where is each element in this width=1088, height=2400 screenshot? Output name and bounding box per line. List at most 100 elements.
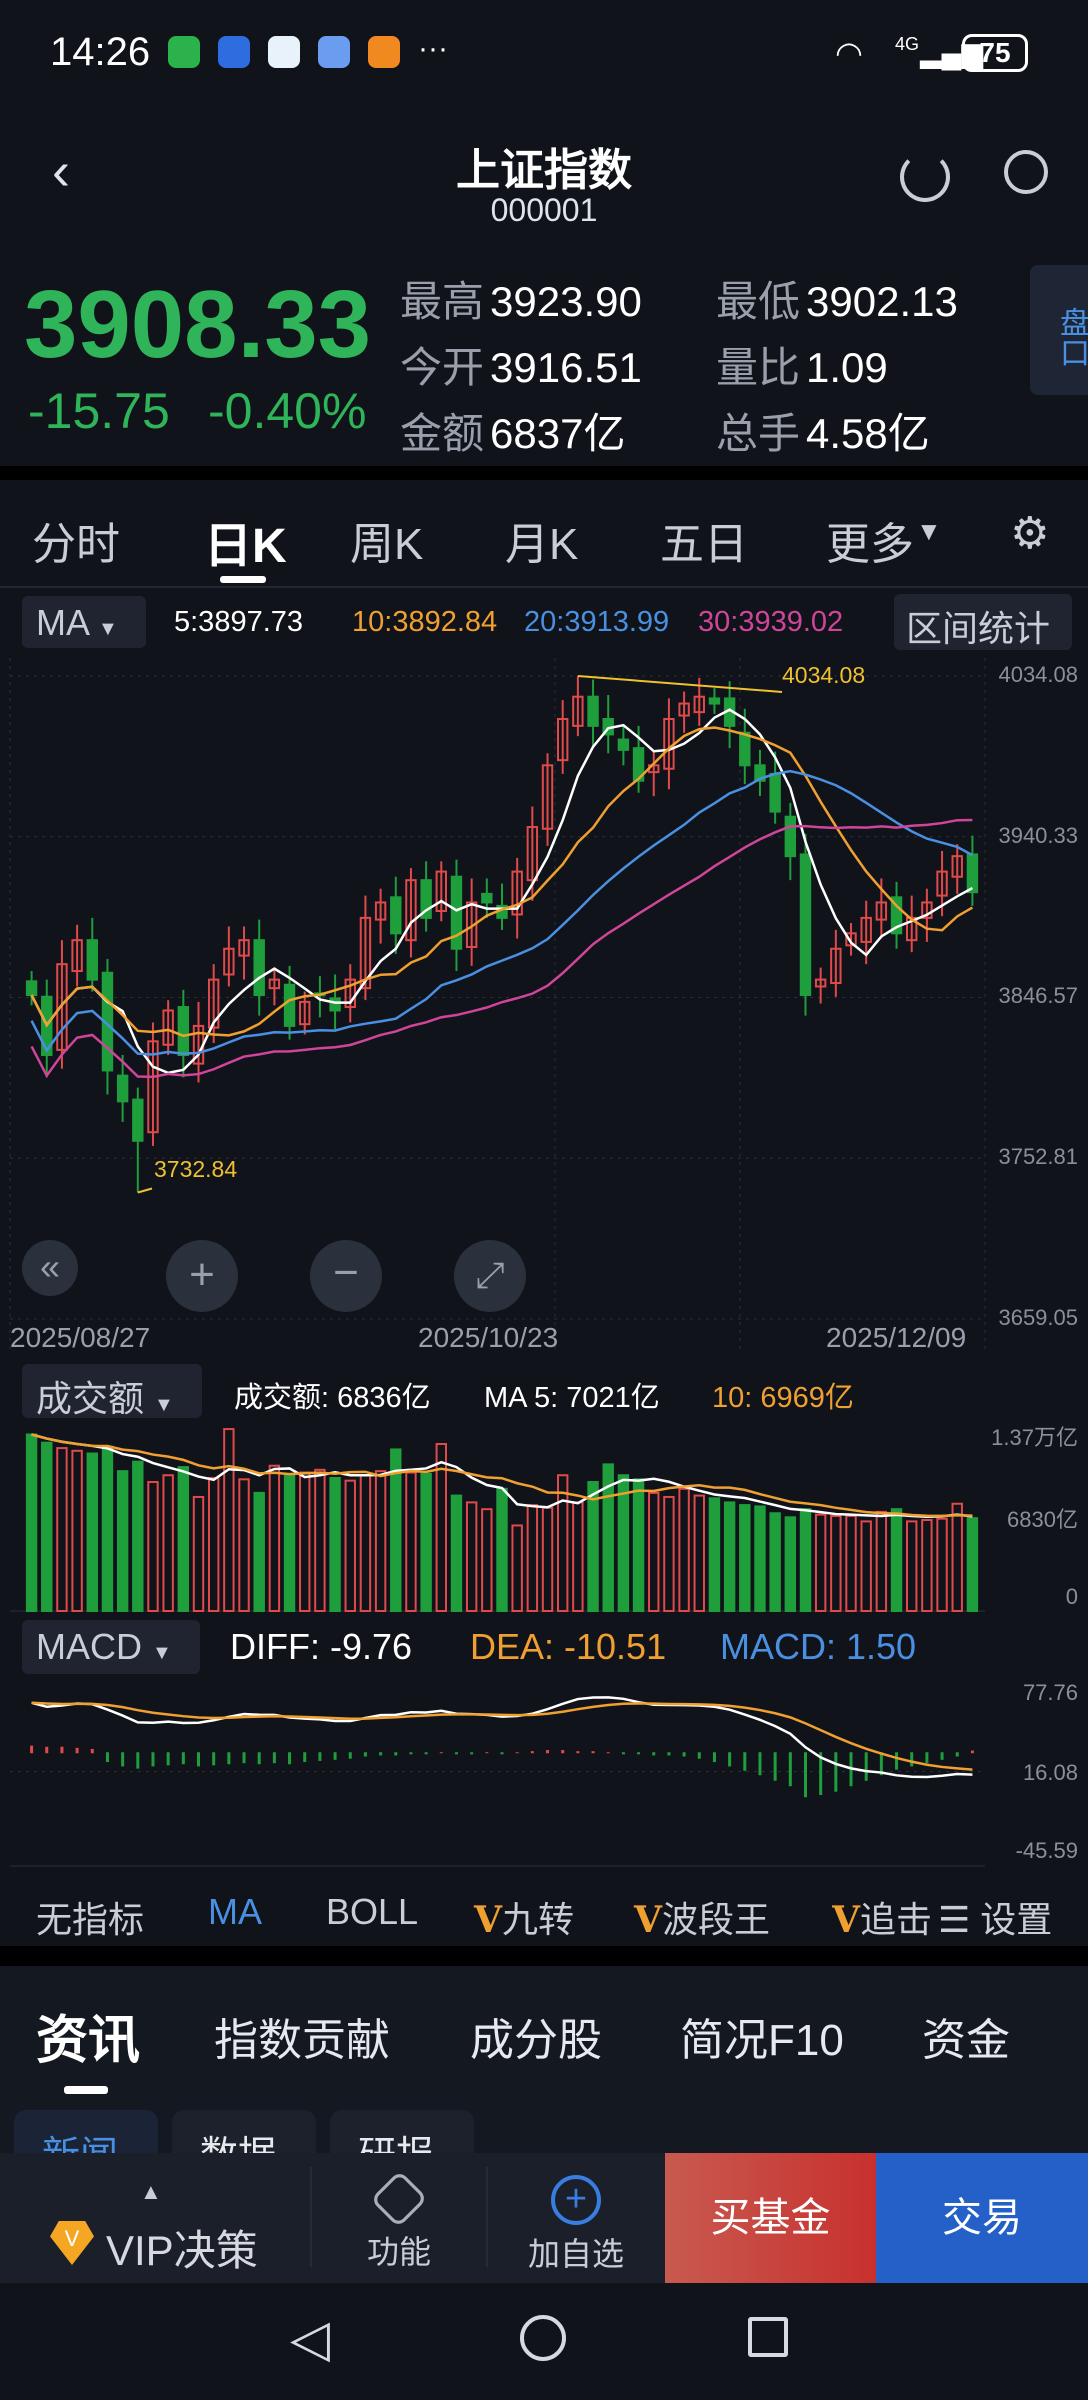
- tab-f10[interactable]: 简况F10: [680, 2004, 844, 2068]
- indicator-tabs: 无指标 MA BOLL V九转 V波段王 V追击 ☰ 设置: [0, 1885, 1088, 1945]
- candle-body: [390, 896, 402, 935]
- price-axis-label: 3846.57: [998, 983, 1078, 1009]
- volume-selector[interactable]: 成交额 ▼: [22, 1364, 202, 1419]
- order-book-button[interactable]: 盘口: [1030, 265, 1088, 395]
- vip-decision-button[interactable]: ▲ V VIP决策: [0, 2153, 310, 2283]
- tab-intraday[interactable]: 分时: [32, 508, 120, 572]
- volume-bar: [678, 1487, 690, 1612]
- divider: [0, 1946, 1088, 1966]
- vip-v-icon: V: [634, 1899, 662, 1941]
- music-icon: [318, 36, 350, 68]
- volume-bar: [708, 1497, 721, 1612]
- candle-body: [253, 939, 265, 997]
- volume-bar: [648, 1491, 660, 1612]
- price-axis-label: 3940.33: [998, 822, 1078, 848]
- tab-constituents[interactable]: 成分股: [470, 2004, 602, 2068]
- indicator-chase[interactable]: V追击: [832, 1891, 932, 1943]
- tab-monthly-k[interactable]: 月K: [505, 508, 578, 572]
- macd-value: MACD: 1.50: [720, 1626, 917, 1667]
- nav-back-icon[interactable]: ◁: [290, 2309, 330, 2369]
- volume-bar: [116, 1470, 129, 1612]
- price-axis-label: 3659.05: [998, 1305, 1078, 1330]
- scroll-left-button[interactable]: «: [22, 1240, 78, 1296]
- tab-five-day[interactable]: 五日: [660, 508, 748, 572]
- function-button[interactable]: 功能: [312, 2153, 486, 2283]
- volume-bar: [799, 1508, 812, 1612]
- zoom-in-button[interactable]: +: [166, 1240, 238, 1312]
- trade-button[interactable]: 交易: [876, 2153, 1088, 2283]
- settings-gear-icon[interactable]: ⚙: [1010, 508, 1049, 559]
- stat-1: 最低 3902.13: [716, 268, 958, 329]
- vip-v-icon: V: [474, 1899, 502, 1941]
- volume-bar: [784, 1516, 797, 1612]
- stat-2: 今开 3916.51: [400, 334, 642, 395]
- ma30-value: 30:3939.02: [698, 606, 844, 638]
- search-icon[interactable]: [1004, 150, 1048, 194]
- ma-selector[interactable]: MA ▼: [22, 596, 146, 648]
- volume-bar: [496, 1487, 508, 1612]
- price-change-pct: -0.40%: [208, 383, 367, 439]
- volume-bar: [314, 1468, 326, 1613]
- date-tick: 2025/10/23: [418, 1322, 559, 1353]
- ma5-value: 5:3897.73: [174, 606, 304, 638]
- indicator-label: 追击: [859, 1899, 932, 1940]
- tab-daily-k[interactable]: 日K: [204, 506, 287, 576]
- candle-body: [769, 772, 781, 813]
- fullscreen-button[interactable]: ⤢: [454, 1240, 526, 1312]
- volume-bar: [572, 1501, 584, 1612]
- indicator-none[interactable]: 无指标: [36, 1891, 144, 1943]
- tab-funds[interactable]: 资金: [922, 2004, 1010, 2068]
- candle-body: [966, 853, 979, 894]
- indicator-boll[interactable]: BOLL: [326, 1891, 418, 1933]
- volume-bar: [541, 1506, 554, 1612]
- tab-weekly-k[interactable]: 周K: [350, 508, 423, 572]
- range-stats-button[interactable]: 区间统计: [894, 594, 1072, 650]
- macd-selector[interactable]: MACD ▼: [22, 1620, 200, 1674]
- nav-home-icon[interactable]: [520, 2315, 566, 2361]
- refresh-icon[interactable]: [900, 152, 950, 202]
- candlestick-chart[interactable]: [0, 658, 1088, 1358]
- stat-5: 总手 4.58亿: [716, 400, 930, 461]
- candle-body: [25, 980, 38, 997]
- volume-bar: [830, 1514, 842, 1612]
- volume-bar: [192, 1495, 205, 1612]
- volume-bar: [739, 1504, 751, 1612]
- zoom-out-button[interactable]: −: [310, 1240, 382, 1312]
- indicator-ma[interactable]: MA: [208, 1891, 262, 1933]
- volume-bar: [845, 1514, 857, 1612]
- volume-bar: [132, 1460, 144, 1612]
- volume-bar: [405, 1471, 417, 1612]
- volume-bar: [465, 1501, 478, 1612]
- plus-circle-icon: +: [551, 2175, 601, 2225]
- more-notifications: ···: [418, 32, 448, 65]
- tab-news-feed[interactable]: 资讯: [36, 1998, 140, 2073]
- sliders-icon: ☰: [938, 1899, 971, 1940]
- indicator-wave-king[interactable]: V波段王: [634, 1891, 770, 1943]
- cube-icon: [370, 2170, 428, 2228]
- nav-recents-icon[interactable]: [748, 2317, 788, 2357]
- buy-fund-button[interactable]: 买基金: [665, 2153, 876, 2283]
- volume-bar: [936, 1517, 948, 1612]
- chevron-down-icon: ▼: [98, 618, 118, 640]
- vip-diamond-icon: V: [50, 2221, 94, 2265]
- volume-bar: [890, 1508, 903, 1612]
- price-axis-label: 3752.81: [998, 1144, 1078, 1170]
- tab-index-contribution[interactable]: 指数贡献: [214, 2004, 390, 2068]
- volume-bar: [921, 1519, 933, 1612]
- volume-bar: [86, 1452, 98, 1612]
- diff-line: [31, 1696, 973, 1779]
- add-watchlist-button[interactable]: + 加自选: [488, 2153, 664, 2283]
- candle-body: [587, 695, 599, 727]
- volume-bar: [511, 1524, 523, 1612]
- volume-bar: [177, 1466, 190, 1613]
- indicator-nine-turn[interactable]: V九转: [474, 1891, 574, 1943]
- volume-bar: [966, 1517, 979, 1612]
- chevron-down-icon: ▼: [152, 1642, 172, 1664]
- date-tick: 2025/08/27: [10, 1322, 151, 1353]
- volume-ma10: 10: 6969亿: [712, 1382, 854, 1414]
- tab-more[interactable]: 更多: [826, 508, 914, 572]
- status-bar: 14:26 ··· ◠ 4G ▂▄▆ 75: [0, 0, 1088, 110]
- indicator-settings[interactable]: ☰ 设置: [934, 1891, 1053, 1943]
- volume-bar: [875, 1510, 888, 1612]
- stat-0: 最高 3923.90: [400, 268, 642, 329]
